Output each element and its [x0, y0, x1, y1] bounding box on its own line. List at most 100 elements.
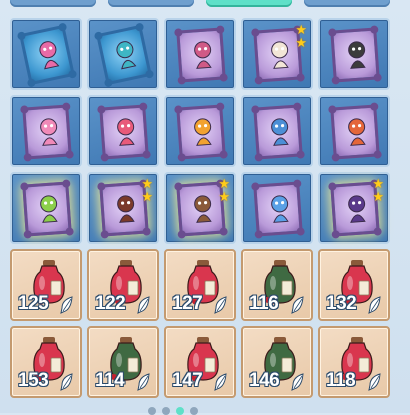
character-icon: [194, 195, 212, 223]
page-dot[interactable]: [148, 407, 156, 415]
card-corner-ornament: [174, 182, 183, 191]
star-rating: ★ ★: [218, 177, 230, 204]
card-slot[interactable]: [318, 95, 390, 167]
card-corner-ornament: [97, 105, 106, 114]
star-rating: ★ ★: [141, 177, 153, 203]
card-corner-ornament: [251, 28, 260, 37]
card-slot[interactable]: [164, 95, 236, 167]
card-corner-ornament: [254, 230, 263, 239]
card-corner-ornament: [23, 230, 32, 239]
card-corner-ornament: [296, 227, 305, 236]
character-icon: [348, 41, 366, 69]
star-rating: ★ ★: [295, 23, 307, 49]
card-slot[interactable]: [87, 95, 159, 167]
card-corner-ornament: [296, 73, 305, 82]
item-quantity: 118: [326, 370, 356, 391]
card-corner-ornament: [100, 230, 109, 239]
card-corner-ornament: [373, 227, 382, 236]
star-icon: ★: [372, 189, 384, 204]
character-icon: [116, 41, 137, 70]
card-corner-ornament: [219, 150, 228, 159]
item-quantity: 153: [18, 370, 49, 391]
card-corner-ornament: [251, 182, 260, 191]
card-corner-ornament: [254, 153, 263, 162]
card-slot[interactable]: [241, 172, 313, 244]
character-icon: [39, 41, 60, 70]
page-dot[interactable]: [176, 407, 184, 415]
card-corner-ornament: [103, 78, 114, 88]
page-dot[interactable]: [162, 407, 170, 415]
tab-2[interactable]: [108, 0, 194, 7]
feather-icon: [137, 296, 150, 314]
snow-doll-card: [251, 179, 305, 239]
card-corner-ornament: [328, 28, 337, 37]
item-slot[interactable]: 125: [10, 249, 82, 321]
pink-dragon-card: [97, 102, 151, 162]
item-slot[interactable]: 132: [318, 249, 390, 321]
item-slot[interactable]: 127: [164, 249, 236, 321]
card-corner-ornament: [57, 22, 68, 32]
character-icon: [194, 118, 212, 146]
card-corner-ornament: [97, 182, 106, 191]
item-slot[interactable]: 153: [10, 326, 82, 398]
tab-1[interactable]: [10, 0, 96, 7]
star-rating: ★ ★: [372, 177, 384, 204]
item-slot[interactable]: 118: [318, 326, 390, 398]
panda-card: [328, 25, 382, 85]
card-corner-ornament: [65, 150, 74, 159]
card-corner-ornament: [144, 69, 155, 79]
character-icon: [348, 118, 366, 146]
item-slot[interactable]: 116: [241, 249, 313, 321]
character-icon: [194, 41, 212, 69]
star-icon: ★: [218, 189, 230, 204]
card-slot[interactable]: [87, 18, 159, 90]
card-corner-ornament: [331, 76, 340, 85]
tab-4[interactable]: [304, 0, 390, 7]
card-slot[interactable]: [10, 18, 82, 90]
card-corner-ornament: [174, 28, 183, 37]
item-quantity: 125: [18, 293, 49, 314]
card-corner-ornament: [139, 102, 148, 111]
item-quantity: 147: [172, 370, 203, 391]
page-dot[interactable]: [190, 407, 198, 415]
feather-icon: [137, 373, 150, 391]
item-slot[interactable]: 146: [241, 326, 313, 398]
character-icon: [271, 195, 289, 223]
item-slot[interactable]: 122: [87, 249, 159, 321]
feather-icon: [214, 373, 227, 391]
card-slot[interactable]: ★ ★: [164, 172, 236, 244]
card-corner-ornament: [16, 31, 27, 41]
item-quantity: 114: [95, 370, 125, 391]
card-corner-ornament: [219, 73, 228, 82]
card-slot[interactable]: [318, 18, 390, 90]
feather-icon: [368, 296, 381, 314]
character-icon: [271, 41, 289, 69]
item-quantity: 146: [249, 370, 280, 391]
card-slot[interactable]: ★ ★: [87, 172, 159, 244]
card-corner-ornament: [67, 69, 78, 79]
card-slot[interactable]: [164, 18, 236, 90]
teal-dolphin-card: [93, 22, 155, 88]
card-slot[interactable]: [10, 95, 82, 167]
card-corner-ornament: [93, 31, 104, 41]
card-corner-ornament: [177, 153, 186, 162]
card-corner-ornament: [251, 105, 260, 114]
item-quantity: 122: [95, 293, 126, 314]
item-slot[interactable]: 114: [87, 326, 159, 398]
card-slot[interactable]: ★ ★: [318, 172, 390, 244]
card-corner-ornament: [62, 102, 71, 111]
card-corner-ornament: [328, 105, 337, 114]
tab-3[interactable]: [206, 0, 292, 7]
card-slot[interactable]: ★ ★: [241, 18, 313, 90]
card-slot[interactable]: [241, 95, 313, 167]
card-corner-ornament: [142, 150, 151, 159]
fire-lion-card: [174, 102, 228, 162]
item-quantity: 116: [249, 293, 279, 314]
item-slot[interactable]: 147: [164, 326, 236, 398]
card-corner-ornament: [174, 105, 183, 114]
character-icon: [117, 118, 135, 146]
item-quantity: 132: [326, 293, 357, 314]
card-corner-ornament: [216, 25, 225, 34]
card-slot[interactable]: [10, 172, 82, 244]
card-corner-ornament: [254, 76, 263, 85]
